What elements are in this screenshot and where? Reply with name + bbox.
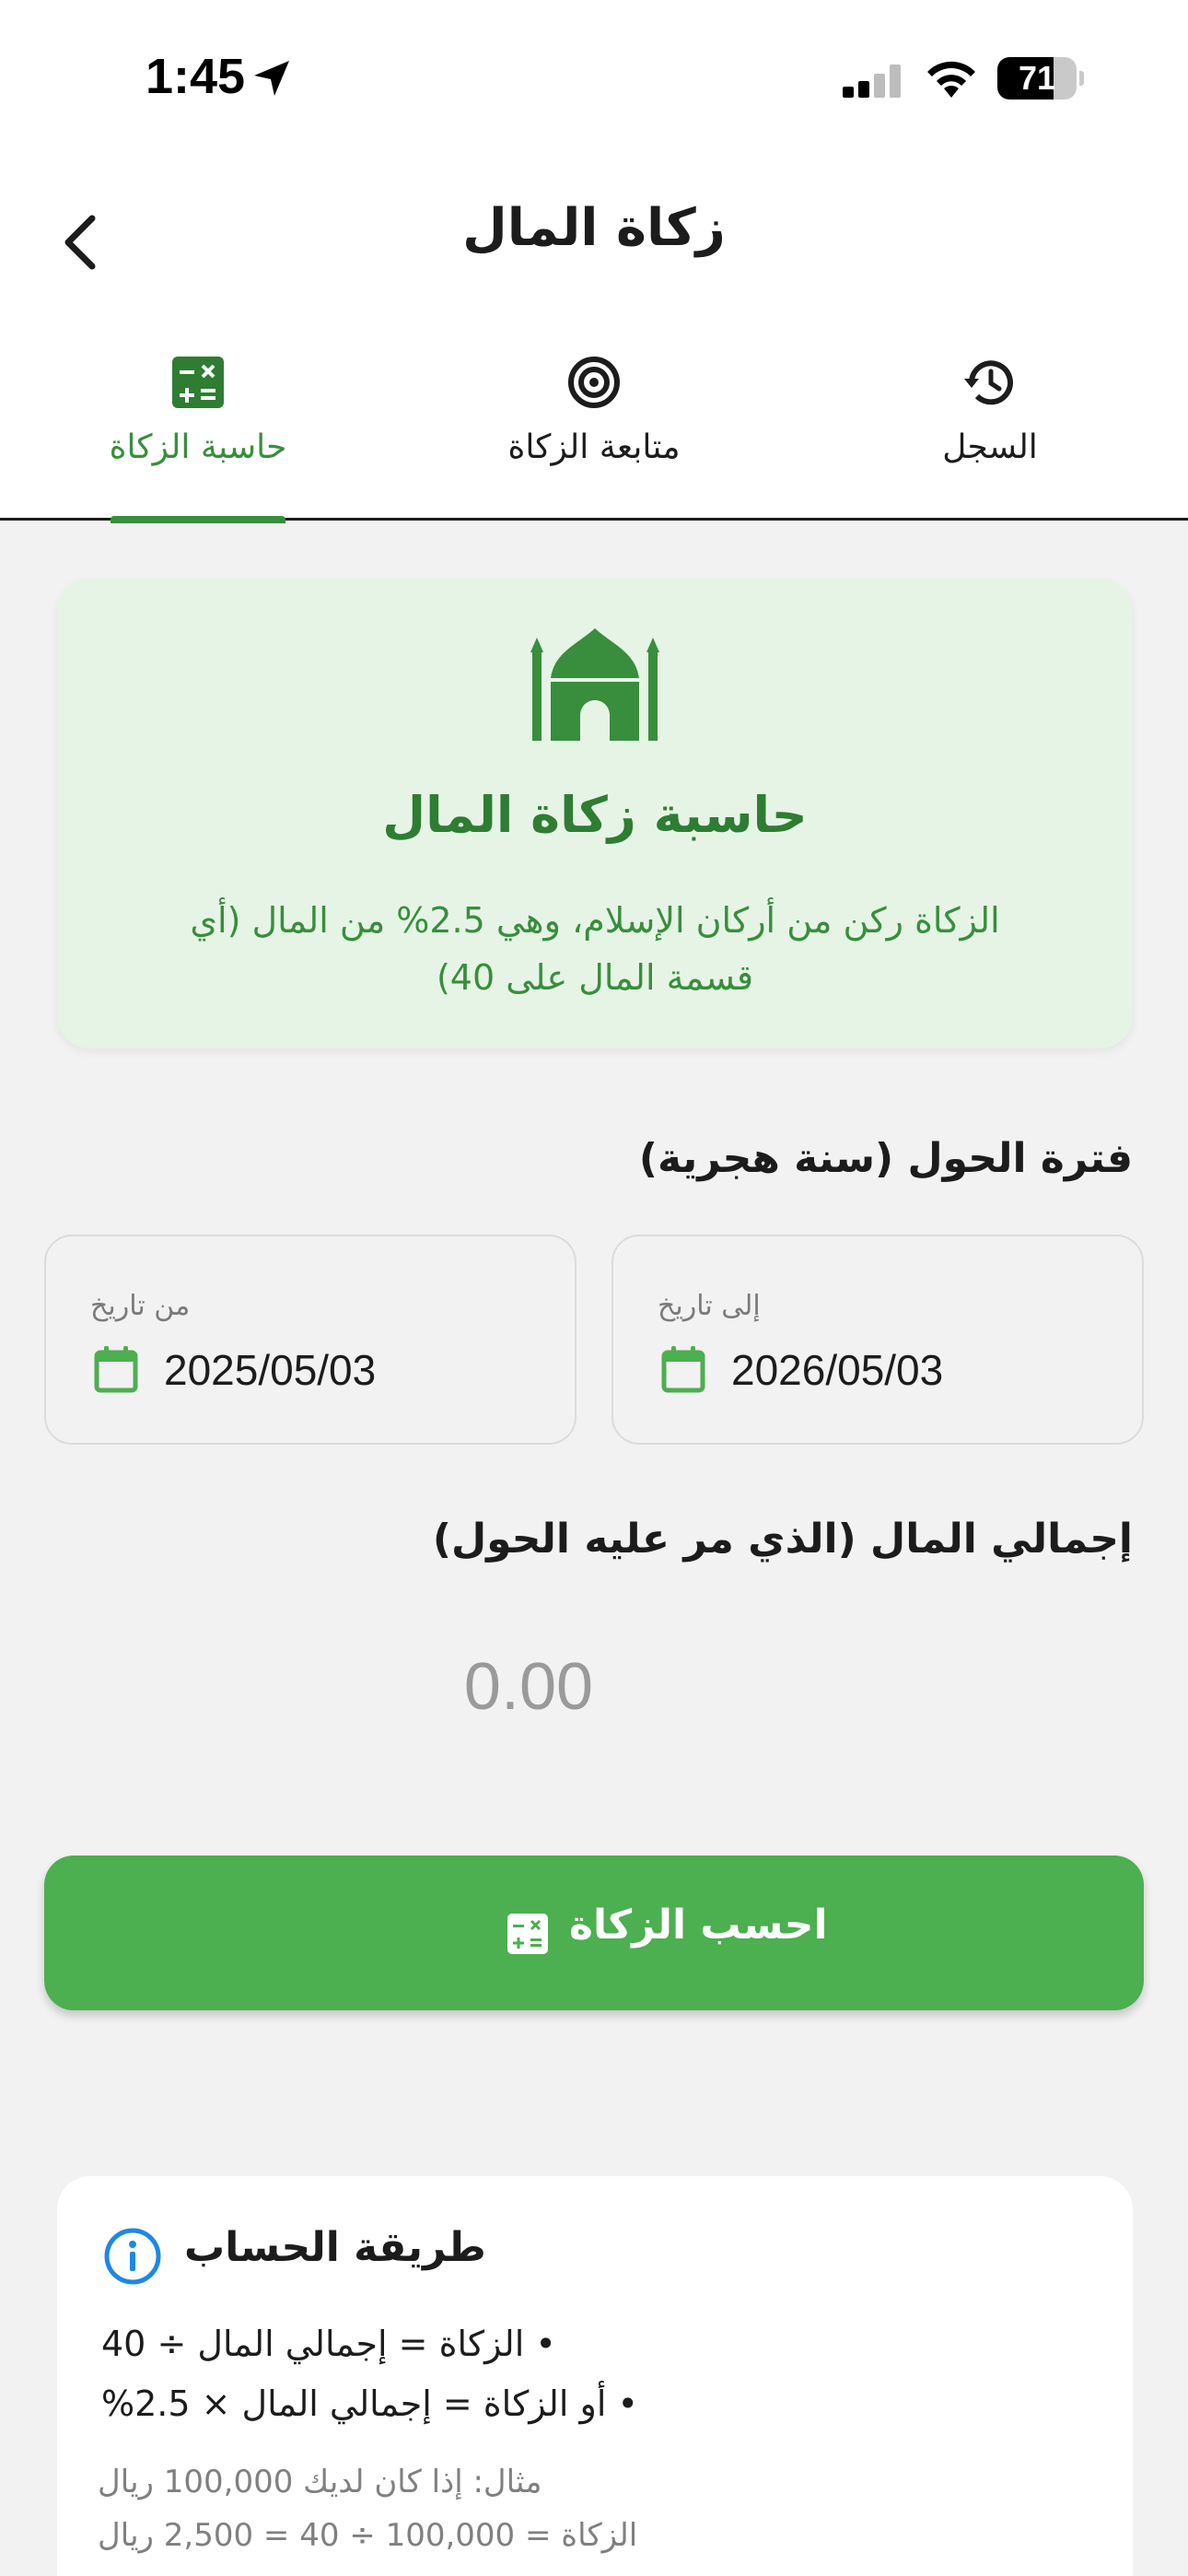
calculate-zakat-button[interactable]: احسب الزكاة (44, 1856, 1144, 2010)
tab-bar: حاسبة الزكاة متابعة الزكاة السجل (0, 327, 1188, 523)
tab-label: متابعة الزكاة (507, 428, 681, 466)
hero-card: حاسبة زكاة المال الزكاة ركن من أركان الإ… (57, 579, 1133, 1048)
tab-tracking[interactable]: متابعة الزكاة (396, 327, 792, 521)
from-date-field[interactable]: من تاريخ 2025/05/03 (44, 1235, 577, 1445)
calculator-icon (507, 1914, 548, 1954)
tab-history[interactable]: السجل (792, 327, 1188, 521)
calendar-icon (94, 1346, 138, 1393)
hero-title: حاسبة زكاة المال (382, 786, 808, 844)
from-date-caption: من تاريخ (90, 1290, 191, 1322)
amount-input[interactable]: 0.00 (0, 1649, 1057, 1725)
mosque-icon (530, 628, 659, 741)
calculator-icon (172, 357, 224, 408)
to-date-value: 2026/05/03 (731, 1346, 944, 1394)
status-time: 1:45 (146, 49, 246, 104)
battery-percentage: 71 (1018, 59, 1056, 97)
wifi-icon (927, 61, 975, 98)
active-tab-indicator (111, 516, 285, 523)
page-title: زكاة المال (462, 198, 726, 258)
period-label: فترة الحول (سنة هجرية) (638, 1135, 1133, 1182)
location-arrow-icon (254, 61, 289, 96)
to-date-caption: إلى تاريخ (658, 1290, 761, 1322)
method-example: الزكاة = 100,000 ÷ 40 = 2,500 ريال (98, 2517, 638, 2554)
app-bar: زكاة المال (0, 161, 1188, 327)
hero-description: الزكاة ركن من أركان الإسلام، وهي 2.5% من… (190, 900, 1000, 998)
method-line: • الزكاة = إجمالي المال ÷ 40 (101, 2324, 556, 2364)
cellular-signal-icon (843, 64, 901, 98)
info-icon (104, 2228, 161, 2285)
tab-label: حاسبة الزكاة (109, 428, 287, 466)
method-example: مثال: إذا كان لديك 100,000 ريال (98, 2464, 542, 2500)
status-bar: 1:45 71 (0, 0, 1188, 161)
amount-label: إجمالي المال (الذي مر عليه الحول) (432, 1516, 1133, 1563)
calendar-icon (661, 1346, 705, 1393)
from-date-value: 2025/05/03 (164, 1346, 377, 1394)
target-icon (568, 357, 620, 408)
zakat-calculator-screen: 1:45 71 زكاة المال حاسبة الزكاة متابعة ا… (0, 0, 1188, 2576)
calculate-button-label: احسب الزكاة (569, 1902, 828, 1949)
battery-indicator: 71 (997, 57, 1084, 100)
calculation-method-card: طريقة الحساب • الزكاة = إجمالي المال ÷ 4… (57, 2176, 1133, 2576)
method-title: طريقة الحساب (184, 2224, 486, 2271)
history-icon (964, 360, 1013, 405)
tab-calculator[interactable]: حاسبة الزكاة (0, 327, 396, 523)
method-line: • أو الزكاة = إجمالي المال × 2.5% (101, 2383, 638, 2424)
tab-label: السجل (942, 428, 1038, 466)
to-date-field[interactable]: إلى تاريخ 2026/05/03 (611, 1235, 1144, 1445)
